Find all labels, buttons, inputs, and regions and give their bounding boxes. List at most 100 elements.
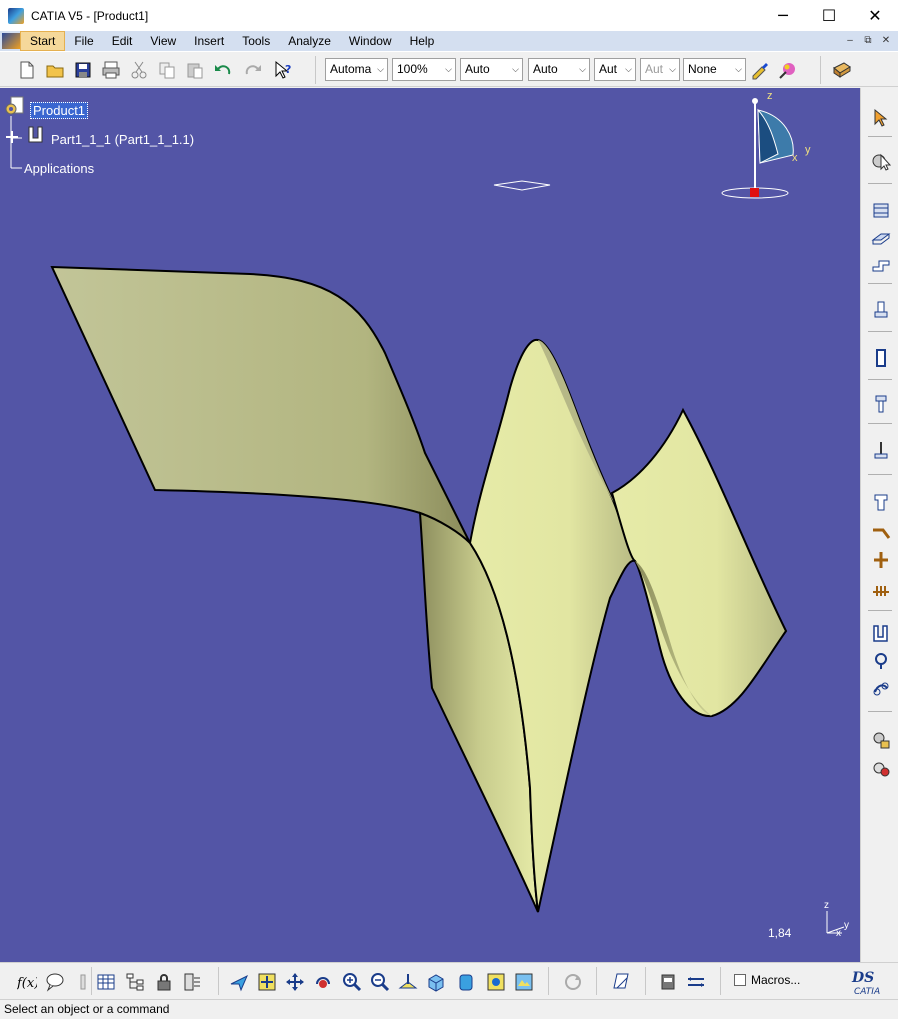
menu-tools[interactable]: Tools [233,31,279,51]
plane-marker[interactable] [493,180,551,191]
menu-file[interactable]: File [65,31,102,51]
part-icon[interactable] [26,125,46,145]
paste-icon[interactable] [185,60,205,80]
color-combo[interactable]: Auto ⌵ [528,58,590,81]
compass-x-label: x [792,152,798,164]
select-arrow-icon[interactable] [871,108,891,128]
open-icon[interactable] [45,60,65,80]
tree-applications-node[interactable]: Applications [24,161,94,176]
macro-record-icon[interactable] [658,972,678,992]
document-icon[interactable] [2,33,20,49]
bt-separator [91,967,92,995]
rib-icon[interactable] [871,348,891,368]
window-title: CATIA V5 - [Product1] [31,8,149,23]
whats-this-icon[interactable]: ? [273,60,293,80]
thread-icon[interactable] [871,730,891,750]
pan-icon[interactable] [285,972,305,992]
product-component-icon[interactable] [871,151,891,171]
fillet-icon[interactable] [871,550,891,570]
fly-mode-icon[interactable] [229,972,249,992]
macros-toggle[interactable]: Macros... [734,973,800,987]
thickness-icon[interactable] [871,678,891,698]
line-type-combo[interactable]: Automa ⌵ [325,58,388,81]
slot-icon[interactable] [871,440,891,460]
cut-icon[interactable] [129,60,149,80]
expand-plus-icon[interactable] [4,129,20,145]
bt-separator [645,967,646,995]
status-bar: Select an object or a command [0,999,898,1019]
measure-between-icon[interactable] [686,972,706,992]
table-icon[interactable] [96,972,116,992]
hide-show-icon[interactable] [486,972,506,992]
render-style-icon[interactable] [456,972,476,992]
lock-icon[interactable] [154,972,174,992]
format-painter-icon[interactable] [750,60,770,80]
color-palette-icon[interactable] [778,60,798,80]
fit-all-icon[interactable] [257,972,277,992]
svg-text:CATIA: CATIA [854,987,880,997]
menu-bar: Start File Edit View Insert Tools Analyz… [0,31,898,51]
zoom-combo[interactable]: 100% ⌵ [392,58,456,81]
catia-app-icon [8,7,24,24]
mdi-minimize-button[interactable]: – [842,33,858,48]
menu-analyze[interactable]: Analyze [279,31,340,51]
catalog-icon[interactable] [182,972,202,992]
publish-icon[interactable] [611,972,631,992]
zoom-out-icon[interactable] [370,972,390,992]
pattern-combo[interactable]: None ⌵ [683,58,746,81]
tree-icon[interactable] [125,972,145,992]
menu-edit[interactable]: Edit [103,31,142,51]
pad-icon[interactable] [871,200,891,220]
mini-axis-y-label: y [844,920,849,931]
menu-window[interactable]: Window [340,31,401,51]
menu-start[interactable]: Start [20,31,66,51]
minimize-button[interactable]: ─ [760,0,806,31]
iso-view-icon[interactable] [426,972,446,992]
update-icon[interactable] [563,972,583,992]
save-icon[interactable] [73,60,93,80]
geometry-canvas [50,98,794,913]
camera-icon[interactable] [832,60,852,80]
maximize-button[interactable]: ☐ [806,0,852,31]
mdi-close-button[interactable]: ✕ [878,33,894,48]
hole-icon[interactable] [871,394,891,414]
shaft-icon[interactable] [871,255,891,275]
compass-widget[interactable] [721,98,794,199]
draft-icon[interactable] [871,624,891,644]
measure-icon[interactable] [73,972,93,992]
close-button[interactable]: ✕ [852,0,898,31]
thickness-combo[interactable]: Auto ⌵ [460,58,523,81]
3d-viewport[interactable]: z x y Product1 Part1_1_1 (Part1_1_1.1) A… [0,88,860,962]
surface-left-panel[interactable] [50,265,472,545]
rotate-icon[interactable] [313,972,333,992]
shell-icon[interactable] [871,651,891,671]
svg-text:?: ? [285,63,291,76]
normal-view-icon[interactable] [398,972,418,992]
menu-insert[interactable]: Insert [185,31,233,51]
redo-icon[interactable] [243,60,263,80]
groove-icon[interactable] [871,300,891,320]
undo-icon[interactable] [213,60,233,80]
stiffener-icon[interactable] [871,492,891,512]
loft-icon[interactable] [871,524,891,544]
pocket-icon[interactable] [871,228,891,248]
new-icon[interactable] [17,60,37,80]
macros-checkbox[interactable] [734,974,746,986]
chamfer-icon[interactable] [871,580,891,600]
formula-icon[interactable]: f(x) [17,972,37,992]
zoom-in-icon[interactable] [342,972,362,992]
tree-root-product1[interactable]: Product1 [30,102,89,119]
rt-separator [868,423,892,424]
tree-part-node[interactable]: Part1_1_1 (Part1_1_1.1) [51,132,194,147]
copy-icon[interactable] [157,60,177,80]
menu-view[interactable]: View [141,31,185,51]
swap-visible-icon[interactable] [514,972,534,992]
layer-combo[interactable]: Aut ⌵ [594,58,636,81]
print-icon[interactable] [101,60,121,80]
sketch-icon[interactable] [871,758,891,778]
menu-help[interactable]: Help [401,31,444,51]
surface-right-fin[interactable] [610,407,788,718]
product-icon[interactable] [5,95,27,117]
mdi-restore-button[interactable]: ⧉ [860,33,876,48]
comment-icon[interactable] [45,972,65,992]
